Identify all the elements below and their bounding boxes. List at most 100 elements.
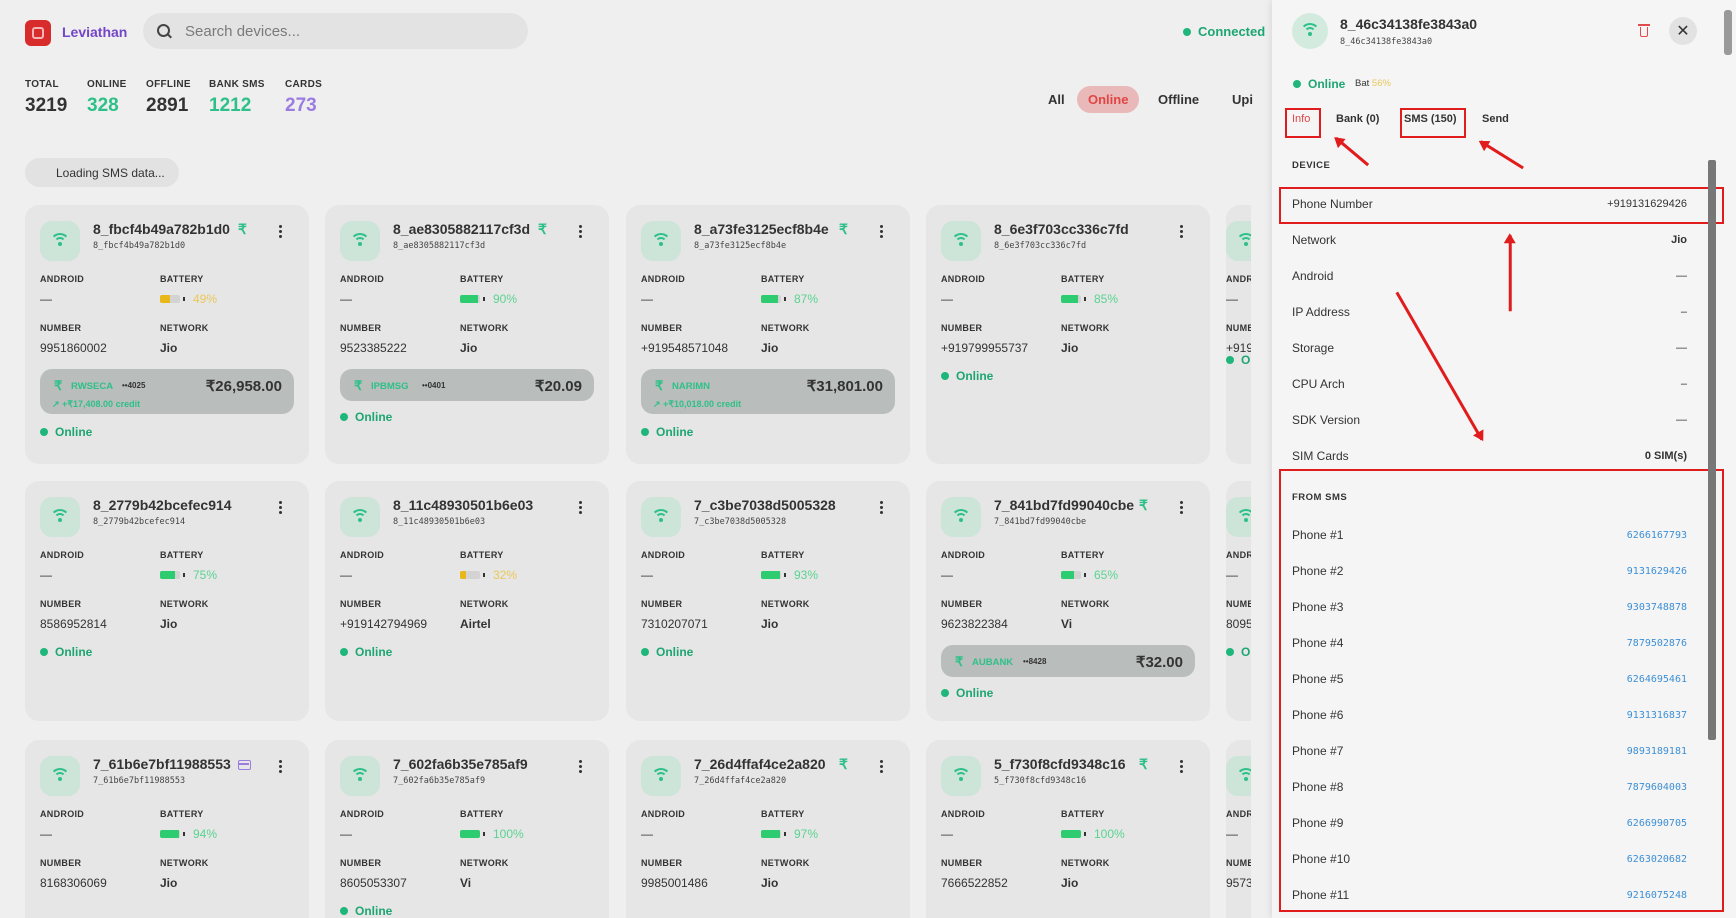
- tab-send[interactable]: Send: [1482, 113, 1509, 125]
- android-label: ANDROID: [40, 809, 85, 819]
- bank-balance[interactable]: ₹ RWSECA ••4025 ₹26,958.00 ↗ +₹17,408.00 cre…: [40, 369, 294, 414]
- battery-value: 56%: [1371, 78, 1391, 89]
- filter-offline[interactable]: Offline: [1148, 86, 1209, 113]
- device-card[interactable]: 8_6e3f703cc336c7fd 8_6e3f703cc336c7fd ANDR…: [926, 205, 1210, 464]
- more-menu-icon[interactable]: [279, 501, 283, 514]
- battery-label: BATTERY: [460, 274, 504, 284]
- search-input[interactable]: [185, 22, 485, 40]
- wifi-icon: [941, 497, 981, 537]
- tab-bank[interactable]: Bank (0): [1336, 113, 1379, 125]
- number-label: NUMBER: [641, 323, 683, 333]
- stat-value: 3219: [25, 95, 68, 116]
- device-card[interactable]: 8_ae8305882117cf3d 8_ae8305882117cf3d ₹ AND…: [325, 205, 609, 464]
- annotation-arrow: [1479, 140, 1524, 170]
- status-label: Online: [355, 645, 393, 659]
- number-label: NUMBER: [340, 323, 382, 333]
- more-menu-icon[interactable]: [880, 225, 884, 238]
- android-value: —: [641, 568, 653, 582]
- battery-indicator: 100%: [1061, 827, 1125, 841]
- wifi-icon: [641, 497, 681, 537]
- phone-number: +919548571048: [641, 341, 729, 355]
- row-key: SIM Cards: [1292, 449, 1349, 463]
- more-menu-icon[interactable]: [1180, 225, 1184, 238]
- bank-account: ••8428: [1023, 657, 1047, 666]
- wifi-icon: [941, 756, 981, 796]
- rupee-icon: ₹: [839, 756, 848, 772]
- stat-label: OFFLINE: [146, 79, 191, 90]
- device-card[interactable]: 7_602fa6b35e785af9 7_602fa6b35e785af9 ANDR…: [325, 740, 609, 918]
- status-label: Online: [55, 425, 93, 439]
- battery-value: 94%: [193, 827, 218, 841]
- bank-name: AUBANK: [972, 657, 1014, 668]
- network-value: Jio: [160, 341, 178, 355]
- connection-status: Connected: [1183, 24, 1265, 39]
- online-status: On: [1226, 645, 1251, 659]
- number-label: NUMBER: [40, 323, 82, 333]
- bank-balance[interactable]: ₹ NARIMN ₹31,801.00 ↗ +₹10,018.00 credit: [641, 369, 895, 414]
- number-label: NUMBER: [40, 858, 82, 868]
- android-value: —: [40, 568, 52, 582]
- device-id-sub: 8_11c48930501b6e03: [393, 517, 486, 527]
- more-menu-icon[interactable]: [279, 760, 283, 773]
- battery-indicator: 65%: [1061, 568, 1118, 582]
- device-card[interactable]: 7_841bd7fd99040cbe 7_841bd7fd99040cbe ₹ AND…: [926, 481, 1210, 721]
- device-card[interactable]: 7_c3be7038d5005328 7_c3be7038d5005328 ANDR…: [626, 481, 910, 721]
- filter-online[interactable]: Online: [1077, 86, 1140, 113]
- more-menu-icon[interactable]: [579, 760, 583, 773]
- device-card[interactable]: 7_61b6e7bf11988553 7_61b6e7bf11988553 ANDR…: [25, 740, 309, 918]
- device-card[interactable]: 8_fbcf4b49a782b1d0 8_fbcf4b49a782b1d0 ₹ AND…: [25, 205, 309, 464]
- battery-fill: [1061, 830, 1081, 838]
- network-value: Jio: [460, 341, 478, 355]
- logo-icon[interactable]: [25, 20, 51, 46]
- stat-label: TOTAL: [25, 79, 59, 90]
- stat-label: CARDS: [285, 79, 323, 90]
- device-row: Storage —: [1292, 338, 1687, 358]
- more-menu-icon[interactable]: [880, 501, 884, 514]
- bank-balance[interactable]: ₹ IPBMSG ••0401 ₹20.09: [340, 369, 594, 401]
- stat-0: TOTAL 3219: [25, 79, 67, 117]
- filter-upi[interactable]: Upi: [1222, 86, 1263, 113]
- phone-number: 9573: [1226, 876, 1251, 890]
- battery-indicator: 93%: [761, 568, 818, 582]
- more-menu-icon[interactable]: [1180, 760, 1184, 773]
- more-menu-icon[interactable]: [1180, 501, 1184, 514]
- device-card-partial[interactable]: ANDROID — NUMB 9573: [1226, 740, 1251, 918]
- device-id: 8_fbcf4b49a782b1d0: [93, 221, 230, 237]
- more-menu-icon[interactable]: [579, 501, 583, 514]
- panel-scrollbar[interactable]: [1708, 160, 1716, 740]
- device-card-partial[interactable]: ANDROID — NUMB 8095 On: [1226, 481, 1251, 721]
- number-label: NUMBER: [941, 858, 983, 868]
- more-menu-icon[interactable]: [579, 225, 583, 238]
- online-status: Online: [340, 645, 392, 659]
- network-label: NETWORK: [1061, 323, 1110, 333]
- device-card[interactable]: 5_f730f8cfd9348c16 5_f730f8cfd9348c16 ₹ AND…: [926, 740, 1210, 918]
- device-card[interactable]: 8_2779b42bcefec914 8_2779b42bcefec914 ANDR…: [25, 481, 309, 721]
- phone-number: 8586952814: [40, 617, 107, 631]
- close-button[interactable]: ✕: [1669, 17, 1697, 45]
- bank-account: ••4025: [122, 381, 146, 390]
- annotation-box-sms: [1400, 108, 1466, 138]
- device-card[interactable]: 8_11c48930501b6e03 8_11c48930501b6e03 ANDR…: [325, 481, 609, 721]
- filter-all[interactable]: All: [1038, 86, 1075, 113]
- brand-name[interactable]: Leviathan: [62, 24, 127, 40]
- more-menu-icon[interactable]: [279, 225, 283, 238]
- bank-balance[interactable]: ₹ AUBANK ••8428 ₹32.00: [941, 645, 1195, 677]
- battery-fill: [1061, 571, 1074, 579]
- number-label: NUMB: [1226, 323, 1251, 333]
- panel-scrollbar-thumb[interactable]: [1724, 10, 1732, 55]
- stat-value: 273: [285, 95, 317, 116]
- delete-icon[interactable]: [1638, 24, 1650, 37]
- battery-label: BATTERY: [1061, 274, 1105, 284]
- android-label: ANDROID: [941, 809, 986, 819]
- row-value: Jio: [1671, 234, 1687, 246]
- battery-value: 49%: [193, 292, 218, 306]
- search-bar[interactable]: [143, 13, 528, 49]
- phone-number: 8168306069: [40, 876, 107, 890]
- more-menu-icon[interactable]: [880, 760, 884, 773]
- android-label: ANDROID: [1226, 809, 1251, 819]
- number-label: NUMBER: [340, 599, 382, 609]
- device-card[interactable]: 7_26d4ffaf4ce2a820 7_26d4ffaf4ce2a820 ₹ AND…: [626, 740, 910, 918]
- device-card-partial[interactable]: ANDROID—NUMB+919On: [1226, 205, 1251, 464]
- device-card[interactable]: 8_a73fe3125ecf8b4e 8_a73fe3125ecf8b4e ₹ AND…: [626, 205, 910, 464]
- phone-number: 7666522852: [941, 876, 1008, 890]
